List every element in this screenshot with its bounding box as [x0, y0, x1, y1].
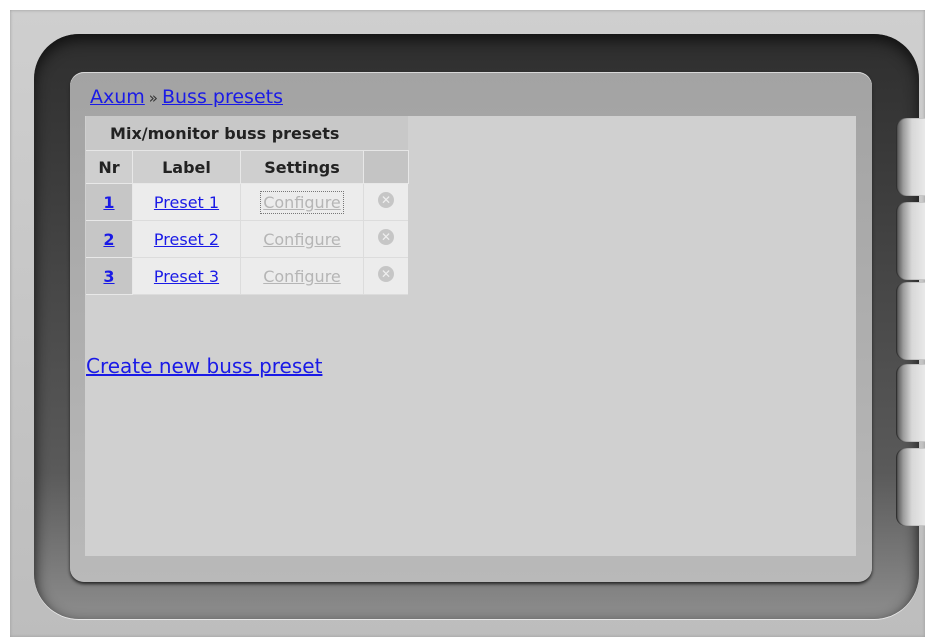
- preset-number-link[interactable]: 3: [103, 267, 114, 286]
- preset-number-link[interactable]: 1: [103, 193, 114, 212]
- table-row: 2 Preset 2 Configure ✕: [86, 220, 408, 258]
- configure-link[interactable]: Configure: [261, 266, 343, 287]
- remove-circle-icon[interactable]: ✕: [378, 265, 394, 282]
- column-header-label: Label: [132, 150, 241, 184]
- table-title: Mix/monitor buss presets: [86, 116, 364, 151]
- side-hardware-buttons: [896, 118, 925, 528]
- side-button-1[interactable]: [896, 118, 925, 196]
- side-button-5[interactable]: [896, 448, 925, 526]
- remove-circle-icon[interactable]: ✕: [378, 191, 394, 208]
- preset-number-link[interactable]: 2: [103, 230, 114, 249]
- table-row: 3 Preset 3 Configure ✕: [86, 257, 408, 295]
- side-button-3[interactable]: [896, 282, 925, 360]
- preset-label-link[interactable]: Preset 3: [154, 267, 219, 286]
- create-buss-preset-link[interactable]: Create new buss preset: [86, 354, 322, 378]
- breadcrumb-separator: »: [148, 89, 158, 107]
- column-header-delete: [363, 150, 409, 184]
- side-button-2[interactable]: [896, 202, 925, 280]
- preset-label-link[interactable]: Preset 1: [154, 193, 219, 212]
- breadcrumb-current-link[interactable]: Buss presets: [162, 86, 283, 108]
- configure-link[interactable]: Configure: [260, 190, 344, 214]
- remove-circle-icon[interactable]: ✕: [378, 228, 394, 245]
- preset-label-link[interactable]: Preset 2: [154, 230, 219, 249]
- column-header-settings: Settings: [240, 150, 364, 184]
- breadcrumb-home-link[interactable]: Axum: [90, 86, 145, 108]
- column-header-nr: Nr: [86, 150, 133, 184]
- breadcrumb: Axum» Buss presets: [90, 86, 283, 108]
- side-button-4[interactable]: [896, 364, 925, 442]
- table-title-spacer: [363, 116, 408, 151]
- buss-presets-table: Mix/monitor buss presets Nr Label Settin…: [86, 116, 409, 295]
- table-row: 1 Preset 1 Configure ✕: [86, 183, 408, 221]
- configure-link[interactable]: Configure: [261, 229, 343, 250]
